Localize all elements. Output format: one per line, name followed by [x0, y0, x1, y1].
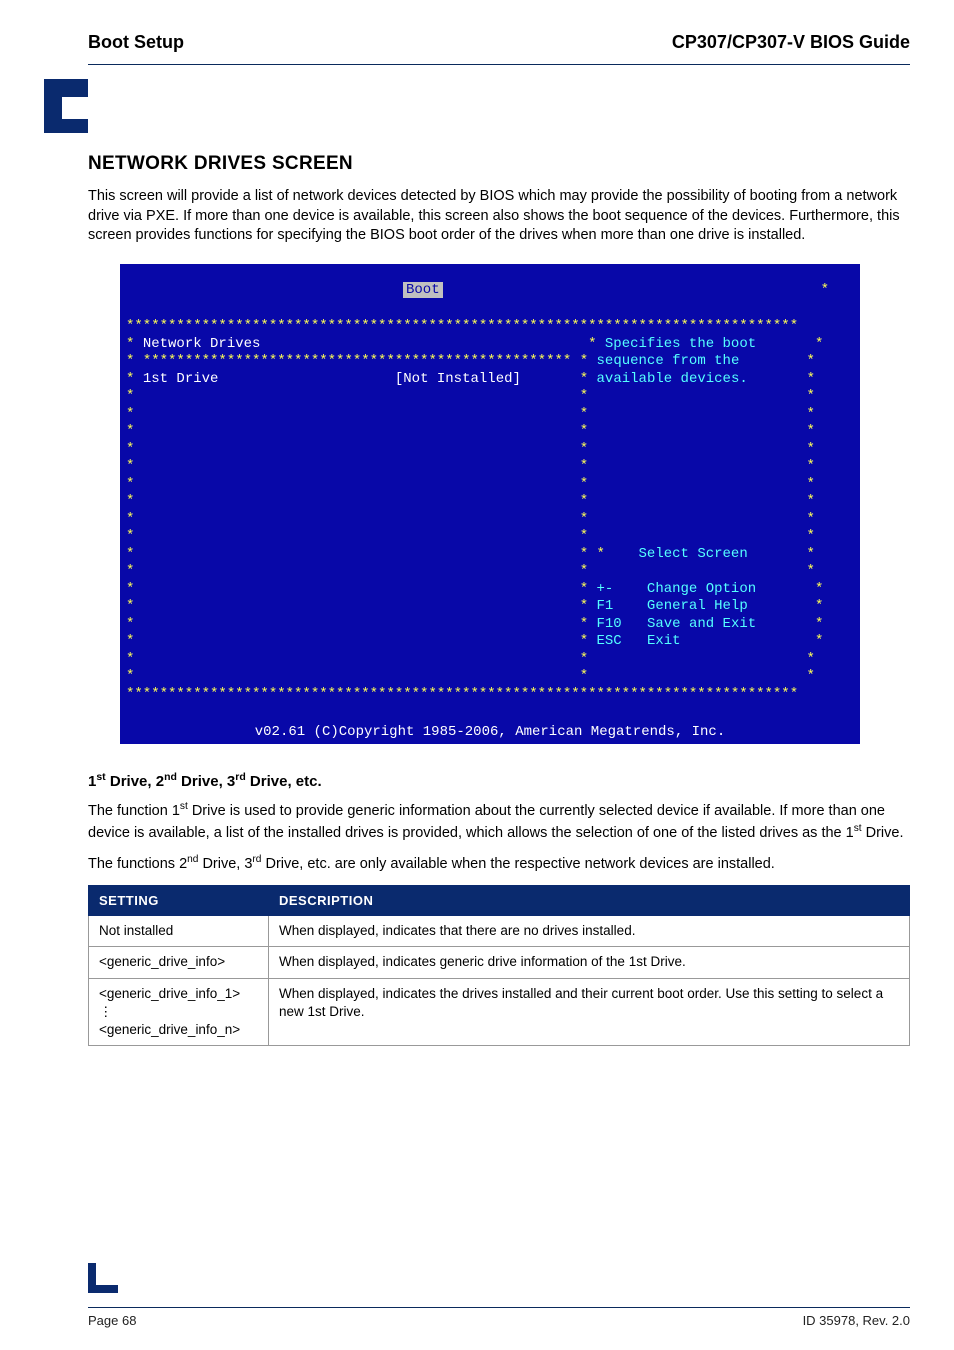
- bios-option-label[interactable]: 1st Drive: [143, 371, 219, 387]
- bios-help-3: available devices.: [597, 371, 748, 387]
- bios-nav-help: General Help: [647, 598, 748, 614]
- bios-help-2: sequence from the: [597, 353, 740, 369]
- section-title: NETWORK DRIVES SCREEN: [88, 151, 910, 177]
- bios-panel-title: Network Drives: [143, 336, 261, 352]
- bios-border: ****************************************…: [126, 686, 798, 702]
- col-setting: SETTING: [89, 885, 269, 916]
- header-right: CP307/CP307-V BIOS Guide: [672, 30, 910, 54]
- header-rule: [88, 64, 910, 65]
- brand-logo: [44, 79, 910, 133]
- footer-right: ID 35978, Rev. 2.0: [803, 1312, 910, 1330]
- bios-nav-exit: Exit: [647, 633, 681, 649]
- table-row: Not installed When displayed, indicates …: [89, 916, 910, 947]
- bios-option-value: [Not Installed]: [395, 371, 521, 387]
- bios-help-1: Specifies the boot: [605, 336, 756, 352]
- settings-table: SETTING DESCRIPTION Not installed When d…: [88, 885, 910, 1047]
- header-left: Boot Setup: [88, 30, 184, 54]
- running-header: Boot Setup CP307/CP307-V BIOS Guide: [88, 30, 910, 58]
- section-intro: This screen will provide a list of netwo…: [88, 187, 910, 246]
- bios-nav-save: Save and Exit: [647, 616, 756, 632]
- bios-border: ****************************************…: [126, 318, 798, 334]
- footer-left: Page 68: [88, 1312, 136, 1330]
- subsection-title: 1st Drive, 2nd Drive, 3rd Drive, etc.: [88, 770, 910, 792]
- sub-paragraph-1: The function 1st Drive is used to provid…: [88, 800, 910, 843]
- corner-mark: [88, 1263, 118, 1300]
- bios-screenshot: Boot * *********************************…: [120, 264, 910, 745]
- bios-nav-change: Change Option: [647, 581, 756, 597]
- bios-nav-select: Select Screen: [639, 546, 748, 562]
- table-row: <generic_drive_info_1> ⋮ <generic_drive_…: [89, 978, 910, 1046]
- col-description: DESCRIPTION: [269, 885, 910, 916]
- bios-copyright: v02.61 (C)Copyright 1985-2006, American …: [255, 724, 725, 740]
- page-footer: Page 68 ID 35978, Rev. 2.0: [88, 1307, 910, 1330]
- table-row: <generic_drive_info> When displayed, ind…: [89, 947, 910, 978]
- sub-paragraph-2: The functions 2nd Drive, 3rd Drive, etc.…: [88, 853, 910, 874]
- bios-tab: Boot: [403, 282, 443, 298]
